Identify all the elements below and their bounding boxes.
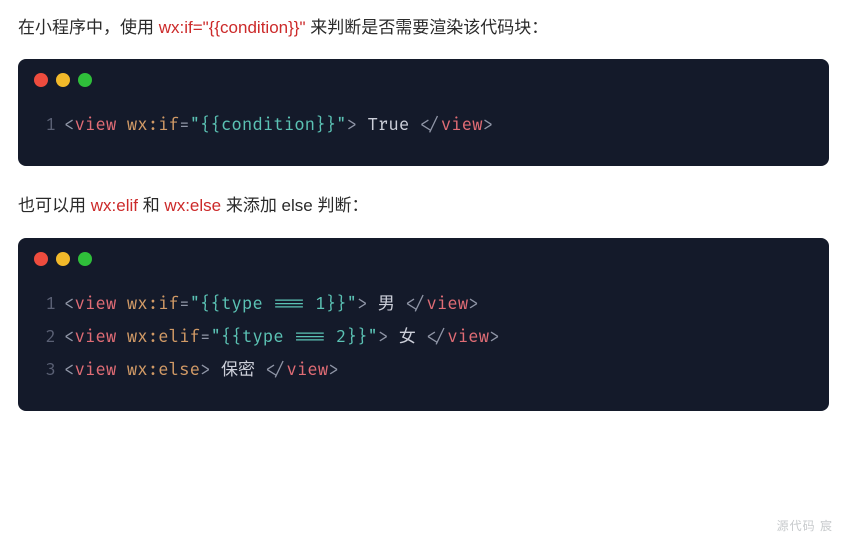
code-token: > <box>357 294 367 315</box>
code-token: < <box>64 115 74 136</box>
code-token: > <box>378 327 388 348</box>
document-content: 在小程序中，使用 wx:if="{{condition}}" 来判断是否需要渲染… <box>0 0 847 411</box>
code-lines: 1<view wx:if="{{condition}}"> True </vie… <box>18 87 829 166</box>
code-line: 3<view wx:else> 保密 </view> <box>34 354 813 387</box>
code-token: view <box>286 360 328 381</box>
paragraph-2: 也可以用 wx:elif 和 wx:else 来添加 else 判断： <box>18 192 829 219</box>
maximize-icon <box>78 73 92 87</box>
inline-code: wx:else <box>164 196 221 215</box>
code-lines: 1<view wx:if="{{type === 1}}"> 男 </view>… <box>18 266 829 411</box>
watermark: 源代码 宸 <box>777 517 833 534</box>
window-control-dots <box>18 59 829 87</box>
code-token: wx:if <box>127 115 179 136</box>
code-token: view <box>74 294 116 315</box>
code-token: 保密 <box>211 360 266 381</box>
code-token: = <box>200 327 210 348</box>
code-token <box>116 327 126 348</box>
code-block-2: 1<view wx:if="{{type === 1}}"> 男 </view>… <box>18 238 829 411</box>
code-line: 1<view wx:if="{{condition}}"> True </vie… <box>34 109 813 142</box>
text: 在小程序中，使用 <box>18 18 159 37</box>
code-token: < <box>64 327 74 348</box>
line-number: 2 <box>34 321 56 354</box>
code-line: 2<view wx:elif="{{type === 2}}"> 女 </vie… <box>34 321 813 354</box>
close-icon <box>34 73 48 87</box>
minimize-icon <box>56 73 70 87</box>
window-control-dots <box>18 238 829 266</box>
text: 也可以用 <box>18 196 91 215</box>
inline-code: wx:if="{{condition}}" <box>159 18 306 37</box>
paragraph-1: 在小程序中，使用 wx:if="{{condition}}" 来判断是否需要渲染… <box>18 14 829 41</box>
inline-code: wx:elif <box>91 196 138 215</box>
code-token: </ <box>405 294 426 315</box>
code-line: 1<view wx:if="{{type === 1}}"> 男 </view> <box>34 288 813 321</box>
code-token: </ <box>420 115 441 136</box>
code-block-1: 1<view wx:if="{{condition}}"> True </vie… <box>18 59 829 166</box>
code-token: > <box>483 115 493 136</box>
code-token: view <box>74 327 116 348</box>
code-token: wx:elif <box>127 327 200 348</box>
code-token: > <box>200 360 210 381</box>
code-token: </ <box>265 360 286 381</box>
maximize-icon <box>78 252 92 266</box>
text: 和 <box>138 196 164 215</box>
text: 来判断是否需要渲染该代码块： <box>306 18 549 37</box>
code-token: = <box>179 115 189 136</box>
close-icon <box>34 252 48 266</box>
code-token: 女 <box>388 327 426 348</box>
minimize-icon <box>56 252 70 266</box>
code-token: wx:else <box>127 360 200 381</box>
code-token <box>116 360 126 381</box>
line-number: 1 <box>34 288 56 321</box>
code-token: > <box>347 115 357 136</box>
code-token: < <box>64 294 74 315</box>
code-token: </ <box>426 327 447 348</box>
code-token: view <box>74 360 116 381</box>
code-token: > <box>468 294 478 315</box>
code-token: view <box>426 294 468 315</box>
code-token: "{{type === 1}}" <box>190 294 357 315</box>
code-token: = <box>179 294 189 315</box>
code-token: "{{type === 2}}" <box>211 327 378 348</box>
code-token <box>116 115 126 136</box>
text: 来添加 else 判断： <box>221 196 368 215</box>
code-token: view <box>447 327 489 348</box>
code-token: wx:if <box>127 294 179 315</box>
code-token: True <box>357 115 420 136</box>
line-number: 1 <box>34 109 56 142</box>
code-token: < <box>64 360 74 381</box>
line-number: 3 <box>34 354 56 387</box>
code-token: view <box>441 115 483 136</box>
code-token: > <box>328 360 338 381</box>
code-token: "{{condition}}" <box>190 115 347 136</box>
code-token: > <box>489 327 499 348</box>
code-token: view <box>74 115 116 136</box>
code-token <box>116 294 126 315</box>
code-token: 男 <box>367 294 405 315</box>
